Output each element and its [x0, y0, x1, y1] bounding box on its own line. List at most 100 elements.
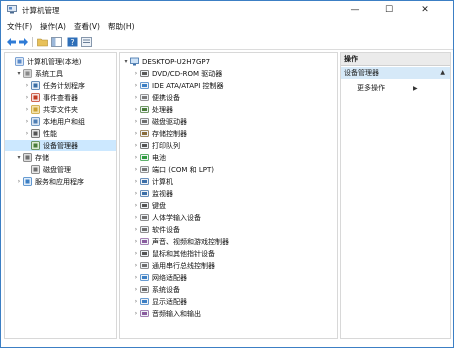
- device-category-label: 端口 (COM 和 LPT): [152, 165, 214, 174]
- expand-arrow-icon[interactable]: ›: [23, 92, 31, 103]
- minimize-button[interactable]: —: [341, 1, 369, 19]
- shared-folders-icon: [31, 105, 40, 114]
- device-category[interactable]: › 显示适配器: [132, 296, 187, 307]
- tree-item[interactable]: › 本地用户和组: [5, 116, 116, 127]
- back-button[interactable]: [5, 36, 17, 48]
- tree-item[interactable]: ▾ 系统工具: [5, 68, 116, 79]
- expand-arrow-icon[interactable]: ›: [132, 296, 140, 307]
- expand-arrow-icon[interactable]: ›: [132, 140, 140, 151]
- device-category[interactable]: › 软件设备: [132, 224, 180, 235]
- expand-arrow-icon[interactable]: ›: [15, 176, 23, 187]
- tree-item[interactable]: 设备管理器: [5, 140, 116, 151]
- expand-arrow-icon[interactable]: ▾: [15, 152, 23, 163]
- port-icon: [140, 166, 149, 173]
- device-category[interactable]: › 通用串行总线控制器: [132, 260, 215, 271]
- close-button[interactable]: ✕: [411, 1, 439, 19]
- expand-arrow-icon[interactable]: ›: [132, 116, 140, 127]
- expand-arrow-icon[interactable]: ›: [23, 116, 31, 127]
- device-category-label: 计算机: [152, 177, 173, 186]
- menu-help[interactable]: 帮助(H): [108, 21, 135, 32]
- tree-item[interactable]: ▾ 存储: [5, 152, 116, 163]
- device-category[interactable]: › 声音、视频和游戏控制器: [132, 236, 229, 247]
- device-category[interactable]: › 网络适配器: [132, 272, 187, 283]
- expand-arrow-icon[interactable]: ›: [132, 152, 140, 163]
- tree-item-label: 磁盘管理: [43, 165, 71, 174]
- help-button[interactable]: ?: [66, 36, 78, 48]
- device-category[interactable]: › IDE ATA/ATAPI 控制器: [132, 80, 224, 91]
- device-category[interactable]: › 人体学输入设备: [132, 212, 201, 223]
- expand-arrow-icon[interactable]: ›: [132, 164, 140, 175]
- expand-arrow-icon[interactable]: ›: [23, 104, 31, 115]
- expand-arrow-icon[interactable]: ›: [132, 248, 140, 259]
- expand-arrow-icon[interactable]: ›: [132, 236, 140, 247]
- device-category[interactable]: › 打印队列: [132, 140, 180, 151]
- up-folder-button[interactable]: [36, 36, 48, 48]
- device-category[interactable]: › 系统设备: [132, 284, 180, 295]
- expand-arrow-icon[interactable]: ›: [132, 68, 140, 79]
- collapse-caret-icon[interactable]: ▲: [440, 69, 445, 76]
- expand-arrow-icon[interactable]: ›: [132, 80, 140, 91]
- storage-icon: [23, 153, 32, 162]
- tree-item[interactable]: › 服务和应用程序: [5, 176, 116, 187]
- expand-arrow-icon[interactable]: ›: [132, 260, 140, 271]
- menu-action[interactable]: 操作(A): [40, 21, 66, 32]
- device-category[interactable]: › 电池: [132, 152, 166, 163]
- expand-arrow-icon[interactable]: ›: [132, 212, 140, 223]
- collapse-arrow-icon[interactable]: ▾: [122, 56, 130, 67]
- local-users-icon: [31, 117, 40, 126]
- forward-button[interactable]: [17, 36, 29, 48]
- show-hide-tree-button[interactable]: [50, 36, 62, 48]
- disk-management-icon: [31, 165, 40, 174]
- hid-icon: [140, 214, 149, 221]
- forward-arrow-icon: [18, 38, 28, 46]
- device-category[interactable]: › 鼠标和其他指针设备: [132, 248, 215, 259]
- tree-item[interactable]: › 性能: [5, 128, 116, 139]
- tree-item[interactable]: 计算机管理(本地): [5, 56, 116, 67]
- device-category[interactable]: › 便携设备: [132, 92, 180, 103]
- expand-arrow-icon[interactable]: ▾: [15, 68, 23, 79]
- device-category[interactable]: › 监视器: [132, 188, 173, 199]
- device-category-label: 网络适配器: [152, 273, 187, 282]
- expand-arrow-icon[interactable]: ›: [132, 272, 140, 283]
- device-category[interactable]: › 计算机: [132, 176, 173, 187]
- console-tree-icon: [50, 37, 62, 47]
- device-tree-root[interactable]: ▾ DESKTOP-U2H7GP7: [122, 56, 210, 67]
- tree-item[interactable]: › 任务计划程序: [5, 80, 116, 91]
- expand-arrow-icon[interactable]: ›: [23, 128, 31, 139]
- tree-item-label: 任务计划程序: [43, 81, 85, 90]
- expand-arrow-icon[interactable]: ›: [132, 104, 140, 115]
- maximize-button[interactable]: ☐: [375, 1, 403, 19]
- expand-arrow-icon[interactable]: ›: [132, 92, 140, 103]
- expand-arrow-icon[interactable]: ›: [132, 128, 140, 139]
- properties-button[interactable]: [80, 36, 92, 48]
- menu-file[interactable]: 文件(F): [7, 21, 32, 32]
- device-category[interactable]: › DVD/CD-ROM 驱动器: [132, 68, 222, 79]
- event-viewer-icon: [31, 93, 40, 102]
- device-category-label: 打印队列: [152, 141, 180, 150]
- device-category[interactable]: › 键盘: [132, 200, 166, 211]
- device-category[interactable]: › 端口 (COM 和 LPT): [132, 164, 214, 175]
- tree-item[interactable]: 磁盘管理: [5, 164, 116, 175]
- tree-item[interactable]: › 共享文件夹: [5, 104, 116, 115]
- device-category[interactable]: › 处理器: [132, 104, 173, 115]
- expand-arrow-icon[interactable]: ›: [132, 224, 140, 235]
- tree-item-label: 共享文件夹: [43, 105, 78, 114]
- device-category-label: 便携设备: [152, 93, 180, 102]
- device-category[interactable]: › 音频输入和输出: [132, 308, 201, 319]
- title-bar[interactable]: 计算机管理 — ☐ ✕: [1, 1, 453, 19]
- expand-arrow-icon[interactable]: ›: [23, 80, 31, 91]
- storage-controller-icon: [140, 130, 149, 137]
- expand-arrow-icon[interactable]: ›: [132, 308, 140, 319]
- computer-management-icon: [7, 5, 17, 14]
- device-category[interactable]: › 磁盘驱动器: [132, 116, 187, 127]
- menu-view[interactable]: 查看(V): [74, 21, 100, 32]
- expand-arrow-icon[interactable]: ›: [132, 200, 140, 211]
- expand-arrow-icon[interactable]: ›: [132, 188, 140, 199]
- more-actions-item[interactable]: 更多操作 ▶: [357, 83, 418, 93]
- actions-section-device-manager[interactable]: 设备管理器 ▲: [341, 67, 450, 79]
- tree-item[interactable]: › 事件查看器: [5, 92, 116, 103]
- expand-arrow-icon[interactable]: ›: [132, 176, 140, 187]
- expand-arrow-icon[interactable]: ›: [132, 284, 140, 295]
- printer-icon: [140, 142, 149, 149]
- device-category[interactable]: › 存储控制器: [132, 128, 187, 139]
